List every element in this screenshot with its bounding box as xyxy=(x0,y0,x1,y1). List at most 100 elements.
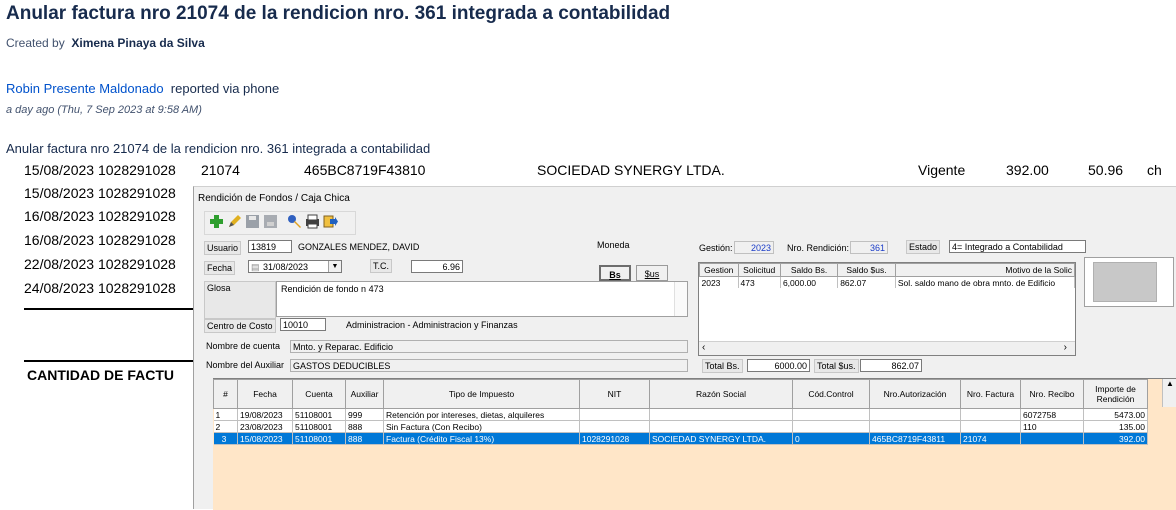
column-header[interactable]: Tipo de Impuesto xyxy=(383,379,580,409)
bg-factura: 21074 xyxy=(201,162,240,178)
chevron-down-icon[interactable]: ▼ xyxy=(328,261,341,272)
glosa-textarea[interactable]: Rendición de fondo n 473 xyxy=(276,281,688,317)
column-header[interactable]: Nro. Recibo xyxy=(1020,379,1084,409)
exit-icon[interactable] xyxy=(322,213,339,230)
cell: 51108001 xyxy=(292,408,346,421)
print-icon[interactable] xyxy=(304,213,321,230)
cell: 465BC8719F43811 xyxy=(869,432,961,445)
centro-costo-label: Centro de Costo xyxy=(204,319,276,333)
cell: 473 xyxy=(738,276,781,288)
reporter-line: Robin Presente Maldonado reported via ph… xyxy=(6,81,279,96)
fecha-field[interactable]: ▤ 31/08/2023 ▼ xyxy=(248,260,342,273)
total-bs-label: Total Bs. xyxy=(702,359,743,373)
cell: Sin Factura (Con Recibo) xyxy=(383,420,580,433)
table-row[interactable]: 2 23/08/2023 51108001 888 Sin Factura (C… xyxy=(213,420,1148,433)
column-header[interactable]: Motivo de la Solic xyxy=(894,263,1076,277)
gestion-field: 2023 xyxy=(734,241,774,254)
cell xyxy=(960,420,1021,433)
column-header[interactable]: Solicitud xyxy=(737,263,781,277)
column-header[interactable]: Saldo $us. xyxy=(837,263,896,277)
scrollbar[interactable] xyxy=(674,282,687,316)
column-header[interactable]: Importe de Rendición xyxy=(1083,379,1148,409)
cell xyxy=(869,408,961,421)
cell: Factura (Crédito Fiscal 13%) xyxy=(383,432,580,445)
column-header[interactable]: Cuenta xyxy=(292,379,346,409)
calendar-icon: ▤ xyxy=(251,262,260,272)
table-row-selected[interactable]: ▶3 15/08/2023 51108001 888 Factura (Créd… xyxy=(213,432,1148,445)
cell: 5473.00 xyxy=(1083,408,1148,421)
estado-field[interactable]: 4= Integrado a Contabilidad xyxy=(949,240,1086,253)
reporter-link[interactable]: Robin Presente Maldonado xyxy=(6,81,164,96)
scrollbar[interactable]: ‹ › xyxy=(699,341,1075,355)
moneda-us-button[interactable]: $us xyxy=(636,265,668,281)
grid-header-row: # Fecha Cuenta Auxiliar Tipo de Impuesto… xyxy=(213,379,1148,409)
column-header[interactable]: Nro.Autorización xyxy=(869,379,961,409)
chevron-right-icon[interactable]: › xyxy=(1064,342,1067,353)
fecha-label: Fecha xyxy=(204,261,236,275)
column-header[interactable]: Auxiliar xyxy=(345,379,384,409)
cell: 135.00 xyxy=(1083,420,1148,433)
scrollbar[interactable]: ▲ xyxy=(1162,379,1176,407)
bg-invoice-row: 22/08/2023 1028291028 xyxy=(24,256,176,272)
cell xyxy=(869,420,961,433)
column-header[interactable]: NIT xyxy=(579,379,650,409)
chevron-left-icon[interactable]: ‹ xyxy=(702,342,705,353)
column-header[interactable]: Saldo Bs. xyxy=(779,263,839,277)
cell: 888 xyxy=(345,420,384,433)
cell: SOCIEDAD SYNERGY LTDA. xyxy=(649,432,793,445)
total-bs-field: 6000.00 xyxy=(747,359,810,372)
rendicion-window: Rendición de Fondos / Caja Chica Usuario… xyxy=(193,186,1176,510)
window-title: Rendición de Fondos / Caja Chica xyxy=(198,193,350,204)
bg-cantidad-label: CANTIDAD DE FACTU xyxy=(27,367,174,383)
column-header[interactable]: Razón Social xyxy=(649,379,793,409)
column-header[interactable]: # xyxy=(213,379,238,409)
moneda-bs-button[interactable]: Bs xyxy=(599,265,631,281)
detalle-grid[interactable]: # Fecha Cuenta Auxiliar Tipo de Impuesto… xyxy=(213,378,1176,510)
cell: 19/08/2023 xyxy=(237,408,293,421)
cell: Sol. saldo mano de obra mnto. de Edifici… xyxy=(895,276,1076,288)
bg-invoice-row: 16/08/2023 1028291028 xyxy=(24,208,176,224)
bg-tipo: ch xyxy=(1147,162,1162,178)
save-icon[interactable] xyxy=(244,213,261,230)
chevron-up-icon[interactable]: ▲ xyxy=(1166,379,1174,388)
cell: 862.07 xyxy=(837,276,896,288)
cell: Retención por intereses, dietas, alquile… xyxy=(383,408,580,421)
tools-icon[interactable] xyxy=(286,213,303,230)
cell: ▶3 xyxy=(213,432,238,445)
column-header[interactable]: Gestion xyxy=(699,263,739,277)
bg-invoice-row: 24/08/2023 1028291028 xyxy=(24,280,176,296)
cell xyxy=(649,420,793,433)
usuario-code-field[interactable]: 13819 xyxy=(248,240,292,253)
table-row[interactable]: 1 19/08/2023 51108001 999 Retención por … xyxy=(213,408,1148,421)
ticket-description: Anular factura nro 21074 de la rendicion… xyxy=(6,141,431,156)
cell: 6072758 xyxy=(1020,408,1084,421)
cell: 1 xyxy=(213,408,238,421)
edit-icon[interactable] xyxy=(226,213,243,230)
bg-importe: 392.00 xyxy=(1006,162,1049,178)
solicitudes-grid[interactable]: Gestion Solicitud Saldo Bs. Saldo $us. M… xyxy=(698,262,1076,356)
bg-date-nit: 15/08/2023 1028291028 xyxy=(24,162,176,178)
nro-rendicion-label: Nro. Rendición: xyxy=(787,243,850,253)
grid-header-row: Gestion Solicitud Saldo Bs. Saldo $us. M… xyxy=(699,263,1076,277)
column-header[interactable]: Fecha xyxy=(237,379,293,409)
nro-rendicion-field: 361 xyxy=(850,241,888,254)
usuario-name: GONZALES MENDEZ, DAVID xyxy=(298,242,420,252)
fecha-value: 31/08/2023 xyxy=(263,262,309,272)
cell: 110 xyxy=(1020,420,1084,433)
centro-costo-field[interactable]: 10010 xyxy=(280,318,326,331)
add-icon[interactable] xyxy=(208,213,225,230)
cell xyxy=(649,408,793,421)
nombre-auxiliar-field: GASTOS DEDUCIBLES xyxy=(290,359,688,372)
table-row[interactable]: 2023 473 6,000.00 862.07 Sol. saldo mano… xyxy=(699,276,1076,288)
cell: 51108001 xyxy=(292,432,346,445)
column-header[interactable]: Cód.Control xyxy=(792,379,870,409)
image-preview xyxy=(1084,257,1174,307)
cell xyxy=(960,408,1021,421)
cancel-icon[interactable] xyxy=(262,213,279,230)
tc-field[interactable]: 6.96 xyxy=(411,260,463,273)
column-header[interactable]: Nro. Factura xyxy=(960,379,1021,409)
creator-name[interactable]: Ximena Pinaya da Silva xyxy=(71,36,204,50)
row-number: 3 xyxy=(221,433,227,444)
bg-iva: 50.96 xyxy=(1088,162,1124,178)
cell: 0 xyxy=(792,432,870,445)
